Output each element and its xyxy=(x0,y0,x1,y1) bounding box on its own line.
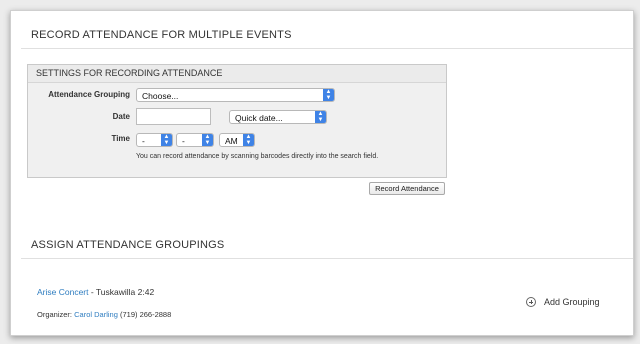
settings-panel-header: SETTINGS FOR RECORDING ATTENDANCE xyxy=(28,65,446,83)
assign-divider xyxy=(21,258,633,259)
attendance-grouping-select[interactable]: Choose... ▲ ▼ xyxy=(136,88,335,102)
up-down-chevron-icon: ▲ ▼ xyxy=(243,134,254,146)
quick-date-value: Quick date... xyxy=(235,113,283,123)
up-down-chevron-icon: ▲ ▼ xyxy=(323,89,334,101)
organizer-label: Organizer: xyxy=(37,310,75,319)
record-attendance-button[interactable]: Record Attendance xyxy=(369,182,445,195)
quick-date-select[interactable]: Quick date... ▲ ▼ xyxy=(229,110,327,124)
attendance-grouping-value: Choose... xyxy=(142,91,179,101)
hour-select[interactable]: - ▲ ▼ xyxy=(136,133,173,147)
event-link[interactable]: Arise Concert xyxy=(37,287,89,297)
date-label: Date xyxy=(112,112,130,121)
time-label: Time xyxy=(111,134,130,143)
event-detail: - Tuskawilla 2:42 xyxy=(88,287,155,297)
event-item: Arise Concert - Tuskawilla 2:42 xyxy=(37,287,154,297)
up-down-chevron-icon: ▲ ▼ xyxy=(315,111,326,123)
up-down-chevron-icon: ▲ ▼ xyxy=(161,134,172,146)
minute-select[interactable]: - ▲ ▼ xyxy=(176,133,214,147)
minute-value: - xyxy=(182,136,185,146)
assign-groupings-title: ASSIGN ATTENDANCE GROUPINGS xyxy=(31,239,225,251)
attendance-grouping-label: Attendance Grouping xyxy=(48,90,130,99)
barcode-hint: You can record attendance by scanning ba… xyxy=(136,153,379,160)
page-title: RECORD ATTENDANCE FOR MULTIPLE EVENTS xyxy=(31,29,292,41)
up-down-chevron-icon: ▲ ▼ xyxy=(202,134,213,146)
settings-panel: SETTINGS FOR RECORDING ATTENDANCE Attend… xyxy=(27,64,447,178)
hour-value: - xyxy=(142,136,145,146)
add-grouping-button[interactable]: Add Grouping xyxy=(526,297,600,307)
add-grouping-label: Add Grouping xyxy=(544,297,600,307)
title-divider xyxy=(21,48,633,49)
attendance-card: RECORD ATTENDANCE FOR MULTIPLE EVENTS SE… xyxy=(10,10,634,336)
organizer-link[interactable]: Carol Darling xyxy=(74,310,118,319)
ampm-select[interactable]: AM ▲ ▼ xyxy=(219,133,255,147)
date-input[interactable] xyxy=(136,108,211,125)
organizer-line: Organizer: Carol Darling (719) 266-2888 xyxy=(37,310,171,319)
circle-plus-icon xyxy=(526,297,536,307)
organizer-phone: (719) 266-2888 xyxy=(117,310,172,319)
ampm-value: AM xyxy=(225,136,238,146)
